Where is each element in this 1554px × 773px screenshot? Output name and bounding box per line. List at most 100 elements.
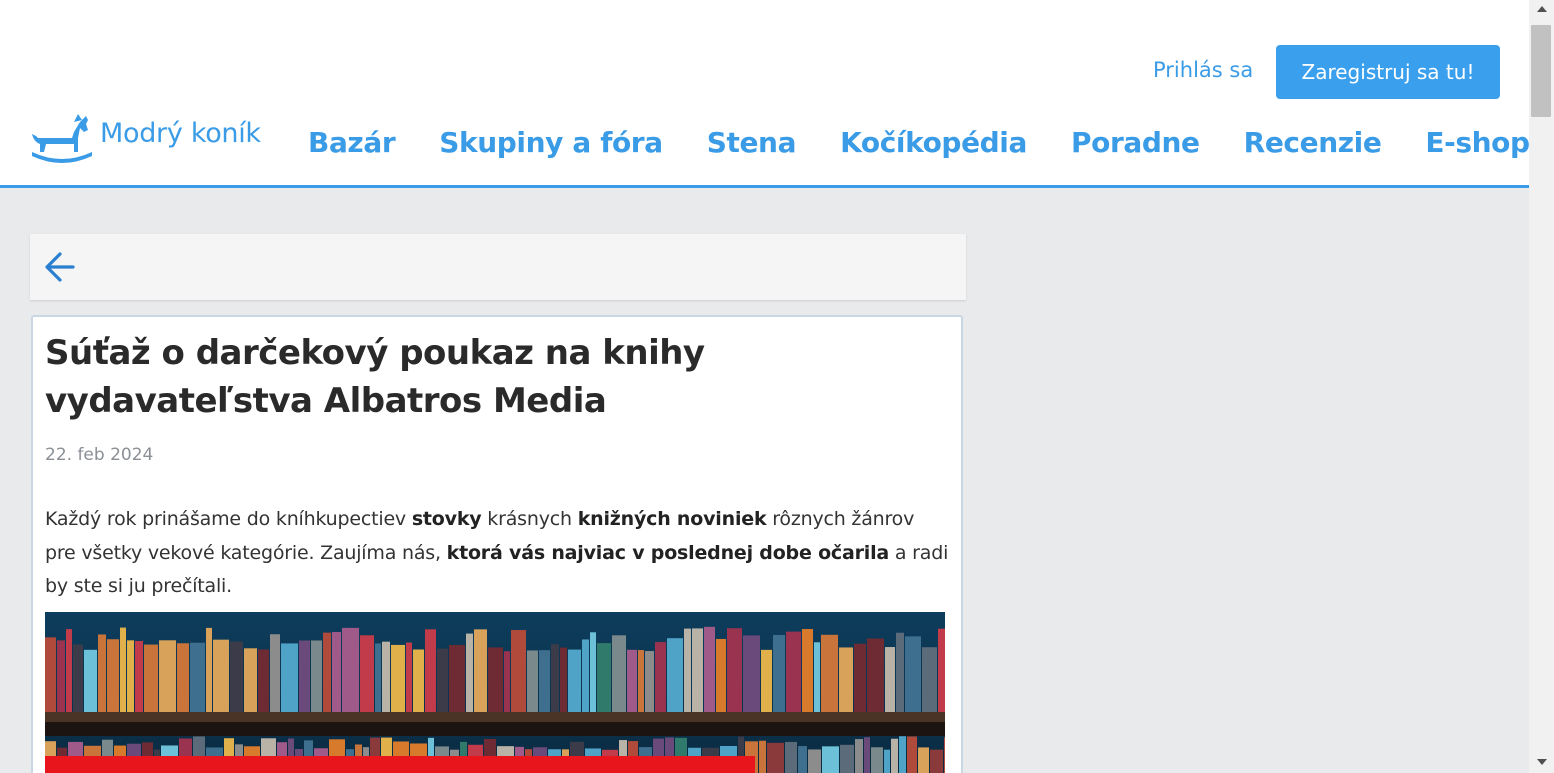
vertical-scrollbar[interactable] bbox=[1529, 0, 1554, 773]
book-spine bbox=[891, 738, 898, 773]
book-spine bbox=[884, 749, 890, 773]
rocking-horse-icon bbox=[32, 114, 92, 163]
book-spine bbox=[323, 632, 331, 712]
scroll-thumb[interactable] bbox=[1531, 25, 1551, 117]
book-spine bbox=[568, 649, 581, 712]
nav-item-bazar[interactable]: Bazár bbox=[286, 126, 417, 159]
nav-item-poradne[interactable]: Poradne bbox=[1049, 126, 1222, 159]
book-spine bbox=[743, 635, 760, 712]
book-spine bbox=[449, 644, 465, 712]
main-nav: Bazár Skupiny a fóra Stena Kočíkopédia P… bbox=[286, 120, 1529, 164]
book-spine bbox=[854, 643, 866, 712]
book-spine bbox=[206, 627, 212, 712]
nav-item-skupiny[interactable]: Skupiny a fóra bbox=[417, 126, 684, 159]
book-spine bbox=[527, 650, 538, 712]
book-spine bbox=[885, 647, 895, 712]
book-spine bbox=[107, 639, 119, 712]
book-spine bbox=[761, 649, 772, 712]
book-spine bbox=[918, 747, 929, 773]
nav-item-recenzie[interactable]: Recenzie bbox=[1222, 126, 1404, 159]
article-intro: Každý rok prinášame do kníhkupectiev sto… bbox=[45, 503, 950, 604]
book-spine bbox=[767, 742, 784, 773]
book-spine bbox=[638, 650, 644, 712]
book-spine bbox=[798, 746, 807, 773]
nav-item-stena[interactable]: Stena bbox=[685, 126, 818, 159]
book-spine bbox=[213, 639, 229, 712]
page-viewport: Prihlás sa Zaregistruj sa tu! Modrý koní… bbox=[0, 0, 1529, 773]
book-spine bbox=[504, 651, 510, 712]
book-spine bbox=[944, 737, 945, 773]
book-spine bbox=[692, 628, 703, 712]
book-spine bbox=[425, 629, 436, 712]
book-spine bbox=[66, 629, 72, 712]
intro-bold: knižných noviniek bbox=[577, 508, 767, 530]
book-spine bbox=[840, 744, 854, 773]
login-link[interactable]: Prihlás sa bbox=[1153, 58, 1253, 82]
book-spine bbox=[896, 632, 904, 712]
book-spine bbox=[311, 640, 322, 712]
scroll-up-arrow-icon[interactable] bbox=[1537, 6, 1547, 12]
intro-text: krásnych bbox=[481, 508, 578, 530]
book-spine bbox=[785, 741, 797, 773]
book-spine bbox=[474, 629, 487, 712]
site-logo[interactable]: Modrý koník bbox=[28, 112, 261, 166]
arrow-left-icon[interactable] bbox=[43, 250, 77, 284]
book-spine bbox=[655, 642, 666, 712]
book-spine bbox=[821, 634, 838, 712]
book-spine bbox=[299, 640, 310, 712]
book-spine bbox=[716, 638, 726, 712]
book-spine bbox=[391, 644, 405, 712]
book-spine bbox=[135, 640, 143, 712]
book-spine bbox=[73, 644, 83, 712]
nav-item-eshop[interactable]: E-shop bbox=[1403, 126, 1529, 159]
book-spine bbox=[667, 638, 683, 712]
book-spine bbox=[45, 637, 56, 712]
book-spine bbox=[375, 643, 381, 712]
nav-item-kocikopedia[interactable]: Kočíkopédia bbox=[818, 126, 1049, 159]
book-spine bbox=[466, 633, 473, 712]
book-spine bbox=[551, 644, 559, 712]
book-spine bbox=[612, 635, 626, 712]
book-spine bbox=[627, 649, 637, 712]
book-spine bbox=[645, 651, 654, 712]
book-spine bbox=[867, 638, 884, 712]
bookshelf-image bbox=[45, 612, 945, 773]
book-spine bbox=[258, 649, 269, 712]
book-spine bbox=[871, 747, 883, 773]
book-spine bbox=[84, 649, 97, 712]
book-spine bbox=[57, 640, 65, 712]
book-spine bbox=[905, 636, 921, 712]
book-spine bbox=[539, 650, 550, 712]
book-spine bbox=[332, 632, 341, 712]
book-spine bbox=[360, 635, 374, 712]
book-spine bbox=[159, 640, 176, 712]
book-spine bbox=[230, 641, 243, 712]
scroll-down-arrow-icon[interactable] bbox=[1537, 759, 1547, 765]
intro-bold: ktorá vás najviac v poslednej dobe očari… bbox=[446, 541, 890, 564]
book-spine bbox=[907, 736, 917, 773]
book-spine bbox=[382, 641, 390, 712]
book-spine bbox=[786, 631, 801, 712]
book-spine bbox=[590, 632, 596, 712]
book-spine bbox=[511, 630, 526, 712]
book-spine bbox=[437, 648, 448, 712]
book-spine bbox=[855, 739, 863, 773]
book-spine bbox=[899, 736, 906, 773]
book-spine bbox=[190, 642, 205, 712]
book-spine bbox=[413, 649, 424, 712]
book-spine bbox=[560, 647, 567, 712]
book-spine bbox=[98, 634, 106, 712]
book-spine bbox=[839, 647, 853, 712]
intro-text: Každý rok prinášame do kníhkupectiev bbox=[45, 508, 412, 530]
book-spine bbox=[864, 737, 870, 773]
book-spine bbox=[759, 740, 766, 773]
book-spine bbox=[802, 629, 813, 712]
book-spine bbox=[244, 648, 257, 712]
book-spine bbox=[930, 749, 943, 773]
intro-bold: stovky bbox=[411, 508, 482, 530]
register-button[interactable]: Zaregistruj sa tu! bbox=[1276, 45, 1500, 99]
book-spine bbox=[938, 628, 945, 712]
book-spine bbox=[177, 643, 189, 712]
book-spine bbox=[684, 628, 691, 712]
book-spine bbox=[922, 647, 937, 712]
